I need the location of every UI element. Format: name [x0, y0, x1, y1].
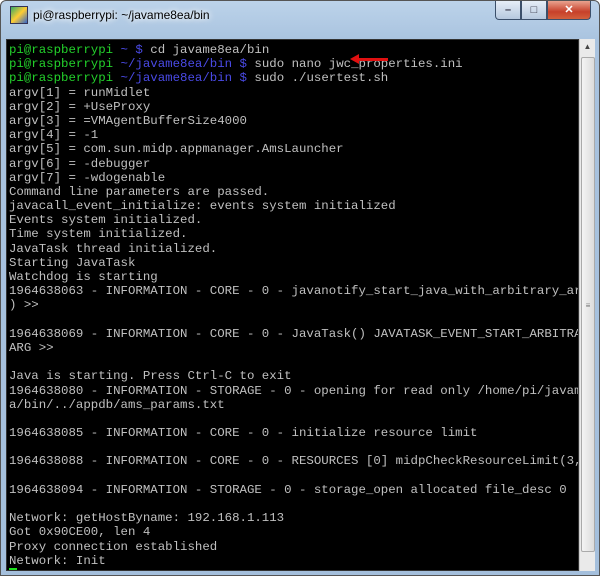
output-line: Watchdog is starting — [9, 270, 158, 284]
terminal-window: pi@raspberrypi: ~/javame8ea/bin – □ ✕ pi… — [0, 0, 600, 576]
prompt-path: ~/javame8ea/bin — [120, 57, 233, 72]
prompt-command: cd javame8ea/bin — [150, 43, 270, 57]
output-line: Network: Init — [9, 553, 106, 568]
cursor — [9, 567, 17, 570]
prompt-symbol: $ — [239, 57, 247, 72]
red-arrow-annotation — [350, 54, 388, 64]
output-line: argv[2] = +UseProxy — [9, 99, 151, 114]
maximize-button[interactable]: □ — [521, 1, 547, 20]
scroll-up-icon[interactable]: ▲ — [580, 39, 595, 55]
output-line: JavaTask thread initialized. — [9, 241, 218, 256]
window-title: pi@raspberrypi: ~/javame8ea/bin — [33, 8, 210, 22]
output-line: 1964638063 - INFORMATION - CORE - 0 - ja… — [9, 284, 579, 299]
output-line: Command line parameters are passed. — [9, 184, 270, 199]
prompt-line: pi@raspberrypi ~ $ cd javame8ea/bin — [9, 43, 578, 57]
scroll-thumb[interactable]: ≡ — [581, 57, 595, 552]
output-line: 1964638085 - INFORMATION - CORE - 0 - in… — [9, 426, 478, 441]
output-line: Events system initialized. — [9, 213, 203, 228]
cursor-line — [9, 567, 578, 570]
output-line: Starting JavaTask — [9, 255, 136, 270]
output-line: argv[3] = =VMAgentBufferSize4000 — [9, 113, 247, 128]
prompt-line: pi@raspberrypi ~/javame8ea/bin $ sudo na… — [9, 57, 578, 71]
scrollbar[interactable]: ▲ ≡ — [579, 39, 595, 571]
prompt-symbol: $ — [135, 43, 143, 57]
output-line: Got 0x90CE00, len 4 — [9, 525, 151, 540]
output-line: 1964638069 - INFORMATION - CORE - 0 - Ja… — [9, 326, 579, 341]
prompt-symbol: $ — [239, 71, 247, 86]
output-line: a/bin/../appdb/ams_params.txt — [9, 397, 225, 412]
output-line: Time system initialized. — [9, 227, 188, 242]
output-line: argv[1] = runMidlet — [9, 85, 151, 100]
terminal-output[interactable]: pi@raspberrypi ~ $ cd javame8ea/bin pi@r… — [6, 39, 579, 571]
prompt-user: pi@raspberrypi — [9, 43, 114, 57]
output-line: argv[4] = -1 — [9, 128, 99, 143]
prompt-path: ~ — [120, 43, 128, 57]
output-line: ) >> — [9, 298, 39, 313]
close-button[interactable]: ✕ — [547, 1, 591, 20]
output-line: argv[6] = -debugger — [9, 156, 151, 171]
prompt-path: ~/javame8ea/bin — [120, 71, 233, 86]
minimize-button[interactable]: – — [495, 1, 521, 20]
output-line: Proxy connection established — [9, 539, 218, 554]
title-bar[interactable]: pi@raspberrypi: ~/javame8ea/bin – □ ✕ — [1, 1, 599, 39]
prompt-command: sudo ./usertest.sh — [254, 71, 389, 86]
output-line: 1964638080 - INFORMATION - STORAGE - 0 -… — [9, 383, 579, 398]
output-line: 1964638094 - INFORMATION - STORAGE - 0 -… — [9, 482, 567, 497]
output-line: javacall_event_initialize: events system… — [9, 199, 396, 214]
output-line: argv[7] = -wdogenable — [9, 170, 166, 185]
output-line: argv[5] = com.sun.midp.appmanager.AmsLau… — [9, 142, 344, 157]
prompt-user: pi@raspberrypi — [9, 57, 114, 72]
putty-icon[interactable] — [10, 6, 28, 24]
output-line: Network: getHostByname: 192.168.1.113 — [9, 511, 285, 526]
output-line: ARG >> — [9, 340, 54, 355]
output-line: 1964638088 - INFORMATION - CORE - 0 - RE… — [9, 454, 579, 469]
output-line: Java is starting. Press Ctrl-C to exit — [9, 369, 292, 384]
prompt-line: pi@raspberrypi ~/javame8ea/bin $ sudo ./… — [9, 71, 578, 85]
prompt-user: pi@raspberrypi — [9, 71, 114, 86]
